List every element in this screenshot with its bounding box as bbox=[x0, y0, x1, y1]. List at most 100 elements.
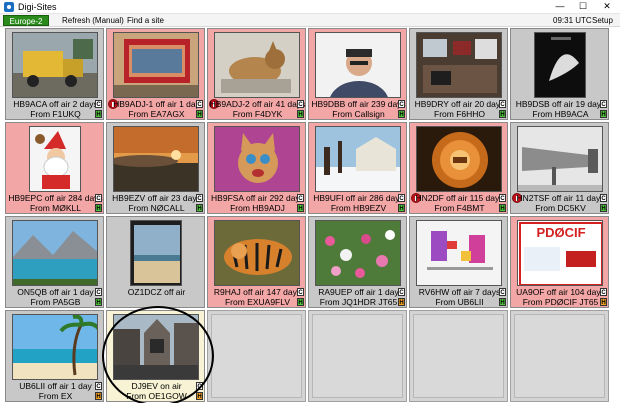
site-last-from-text: From F4DYK bbox=[232, 109, 283, 119]
mode-c-badge: C bbox=[297, 288, 304, 296]
maximize-button[interactable]: ☐ bbox=[572, 0, 594, 14]
site-thumbnail[interactable] bbox=[113, 32, 199, 98]
site-tile[interactable]: R9HAJ off air 147 days From EXUA9FLV C H bbox=[207, 216, 306, 308]
mode-h-badge: H bbox=[499, 110, 506, 118]
site-thumbnail[interactable] bbox=[416, 126, 502, 192]
site-last-from-text: From JQ1HDR JT65 bbox=[319, 297, 398, 307]
setup-menu[interactable]: Setup bbox=[592, 15, 613, 26]
site-last-from-text: From EX bbox=[38, 391, 73, 401]
site-tile[interactable]: RV6HW off air 7 days From UB6LII C H bbox=[409, 216, 508, 308]
site-last-from-text: From EXUA9FLV bbox=[224, 297, 291, 307]
site-thumbnail[interactable] bbox=[12, 220, 98, 286]
site-tile[interactable]: HB9DSB off air 19 days From HB9ACA C H bbox=[510, 28, 609, 120]
site-thumbnail[interactable] bbox=[130, 220, 182, 286]
mode-c-badge: C bbox=[95, 382, 102, 390]
mode-c-badge: C bbox=[499, 288, 506, 296]
site-thumbnail[interactable]: PDØCIF bbox=[517, 220, 603, 286]
highlight-circle bbox=[102, 306, 214, 403]
site-last-from-text: From PDØCIF JT65 bbox=[522, 297, 599, 307]
site-status-text: HB9ACA off air 2 days bbox=[13, 99, 98, 109]
site-last-from-text: From PA5GB bbox=[30, 297, 81, 307]
site-thumbnail[interactable] bbox=[315, 32, 401, 98]
mode-h-badge: H bbox=[499, 298, 506, 306]
empty-slot-frame bbox=[413, 314, 504, 398]
site-thumbnail[interactable] bbox=[214, 126, 300, 192]
empty-site-slot bbox=[308, 310, 407, 402]
site-grid: HB9ACA off air 2 days From F1UKQ C H HB9ADJ-… bbox=[5, 28, 615, 402]
toolbar: Europe-2 Refresh (Manual) Find a site 09… bbox=[0, 14, 620, 27]
site-thumbnail[interactable] bbox=[416, 32, 502, 98]
mode-h-badge: H bbox=[196, 204, 203, 212]
site-tile[interactable]: HB9ADJ-2 off air 41 days From F4DYK C H bbox=[207, 28, 306, 120]
site-last-from-text: From EA7AGX bbox=[128, 109, 185, 119]
mode-c-badge: C bbox=[398, 194, 405, 202]
empty-site-slot bbox=[207, 310, 306, 402]
mode-c-badge: C bbox=[398, 100, 405, 108]
mode-h-badge: H bbox=[398, 298, 405, 306]
site-thumbnail[interactable] bbox=[12, 32, 98, 98]
mode-c-badge: C bbox=[398, 288, 405, 296]
site-tile[interactable]: HB9UFI off air 286 days From HB9EZV C H bbox=[308, 122, 407, 214]
site-status-text: UB6LII off air 1 day bbox=[19, 381, 92, 391]
site-thumbnail[interactable] bbox=[315, 126, 401, 192]
qsl-callsign: PDØCIF bbox=[536, 225, 586, 240]
site-last-from-text: From DC5KV bbox=[535, 203, 586, 213]
site-thumbnail[interactable] bbox=[534, 32, 586, 98]
site-tile[interactable]: OZ1DCZ off air bbox=[106, 216, 205, 308]
region-button[interactable]: Europe-2 bbox=[3, 15, 49, 26]
mode-h-badge: H bbox=[398, 204, 405, 212]
site-last-from-text: From HB9ADJ bbox=[230, 203, 285, 213]
site-status-text: HB9EPC off air 284 days bbox=[8, 193, 103, 203]
site-tile[interactable]: UB6LII off air 1 day From EX C H bbox=[5, 310, 104, 402]
site-status-text: HB9FSA off air 292 days bbox=[211, 193, 304, 203]
site-thumbnail[interactable] bbox=[214, 32, 300, 98]
close-button[interactable]: ✕ bbox=[596, 0, 618, 14]
site-last-from-text: From MØKLL bbox=[29, 203, 81, 213]
site-tile[interactable]: HB9EPC off air 284 days From MØKLL C H bbox=[5, 122, 104, 214]
mode-c-badge: C bbox=[196, 100, 203, 108]
mode-h-badge: H bbox=[398, 110, 405, 118]
site-tile[interactable]: RA9UEP off air 1 day From JQ1HDR JT65 C H bbox=[308, 216, 407, 308]
site-thumbnail[interactable] bbox=[113, 126, 199, 192]
mode-c-badge: C bbox=[600, 194, 607, 202]
site-status-text: HB9DRY off air 20 days bbox=[414, 99, 505, 109]
mode-c-badge: C bbox=[196, 194, 203, 202]
site-thumbnail[interactable] bbox=[315, 220, 401, 286]
mode-c-badge: C bbox=[95, 100, 102, 108]
empty-site-slot bbox=[409, 310, 508, 402]
mode-h-badge: H bbox=[600, 298, 607, 306]
mode-c-badge: C bbox=[95, 288, 102, 296]
site-thumbnail[interactable] bbox=[416, 220, 502, 286]
site-last-from-text: From UB6LII bbox=[435, 297, 484, 307]
site-tile[interactable]: HB9FSA off air 292 days From HB9ADJ C H bbox=[207, 122, 306, 214]
mode-h-badge: H bbox=[297, 204, 304, 212]
site-tile[interactable]: HB9EZV off air 23 days From NØCALL C H bbox=[106, 122, 205, 214]
utc-clock: 09:31 UTC bbox=[553, 16, 592, 25]
site-thumbnail[interactable] bbox=[517, 126, 603, 192]
site-tile[interactable]: HB9ADJ-1 off air 1 day From EA7AGX C H bbox=[106, 28, 205, 120]
mode-h-badge: H bbox=[600, 204, 607, 212]
title-bar: Digi-Sites — ☐ ✕ bbox=[0, 0, 620, 14]
minimize-button[interactable]: — bbox=[549, 0, 571, 14]
site-status-text: UA9OF off air 104 days bbox=[516, 287, 605, 297]
site-tile[interactable]: HN2TSF off air 11 days From DC5KV C H bbox=[510, 122, 609, 214]
site-tile[interactable]: HB9ACA off air 2 days From F1UKQ C H bbox=[5, 28, 104, 120]
site-thumbnail[interactable] bbox=[12, 314, 98, 380]
site-tile[interactable]: HB9DRY off air 20 days From F6HHO C H bbox=[409, 28, 508, 120]
find-site-menu[interactable]: Find a site bbox=[127, 15, 164, 26]
site-thumbnail[interactable] bbox=[29, 126, 81, 192]
mode-h-badge: H bbox=[95, 298, 102, 306]
site-last-from-text: From F4BMT bbox=[434, 203, 485, 213]
site-tile[interactable]: HN2DF off air 115 days From F4BMT C H bbox=[409, 122, 508, 214]
refresh-menu[interactable]: Refresh (Manual) bbox=[62, 15, 124, 26]
site-status-text: HB9EZV off air 23 days bbox=[112, 193, 201, 203]
site-status-text: ON5QB off air 1 day bbox=[17, 287, 94, 297]
site-thumbnail[interactable] bbox=[214, 220, 300, 286]
mode-h-badge: H bbox=[600, 110, 607, 118]
site-status-text: HB9UFI off air 286 days bbox=[313, 193, 404, 203]
site-tile[interactable]: PDØCIF UA9OF off air 104 days From PDØCIF … bbox=[510, 216, 609, 308]
site-status-text: OZ1DCZ off air bbox=[127, 287, 186, 297]
site-tile[interactable]: ON5QB off air 1 day From PA5GB C H bbox=[5, 216, 104, 308]
mode-h-badge: H bbox=[297, 110, 304, 118]
site-tile[interactable]: HB9DBB off air 239 days From Callsign C H bbox=[308, 28, 407, 120]
